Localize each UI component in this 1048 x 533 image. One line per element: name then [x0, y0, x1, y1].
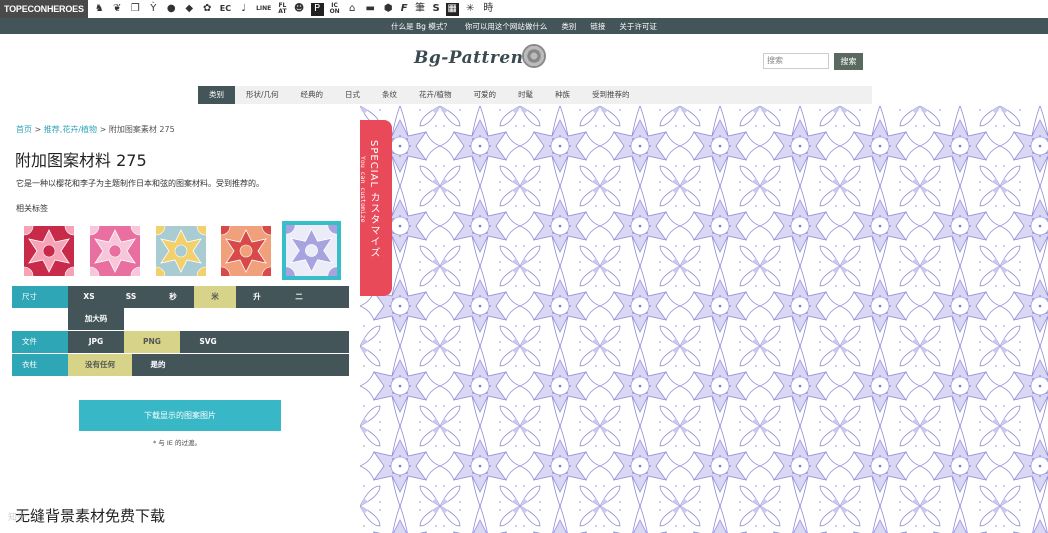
breadcrumb-sep: > — [97, 125, 109, 134]
search-button[interactable]: 搜索 — [834, 53, 863, 70]
bird-icon[interactable]: ◆ — [183, 3, 196, 16]
site-logo[interactable]: Bg-Pattrens — [414, 48, 534, 68]
burst-icon[interactable]: ✳ — [464, 3, 477, 16]
star-icon[interactable]: ✿ — [201, 3, 214, 16]
grid-icon[interactable]: ▦ — [445, 2, 459, 16]
truck-icon[interactable]: ▬ — [364, 3, 377, 16]
pattern-thumb[interactable] — [221, 226, 271, 276]
topsites-brand[interactable]: TOPECONHEROES — [0, 0, 88, 18]
size-xs[interactable]: XS — [68, 286, 110, 308]
tab-shapes[interactable]: 形状/几何 — [235, 86, 290, 104]
pattern-preview — [360, 106, 1048, 533]
size-xl[interactable]: 加大码 — [68, 308, 124, 330]
breadcrumb-trail[interactable]: 推荐,花卉/植物 — [44, 125, 97, 134]
tab-stripes[interactable]: 条纹 — [371, 86, 408, 104]
pattern-thumb-selected[interactable] — [282, 221, 341, 280]
logo-badge-icon[interactable] — [522, 44, 546, 68]
download-button[interactable]: 下载显示的图案图片 — [79, 400, 281, 431]
tab-classic[interactable]: 经典的 — [290, 86, 335, 104]
nav-category[interactable]: 类别 — [561, 21, 576, 32]
bubble-icon[interactable]: ● — [165, 3, 178, 16]
section-heading: 无缝背景素材免费下载 — [15, 507, 166, 525]
note-icon[interactable]: ♩ — [237, 3, 250, 16]
page-description: 它是一种以樱花和李子为主题制作日本和弦的图案材料。受到推荐的。 — [16, 179, 264, 188]
search-input[interactable]: 搜索 — [763, 53, 829, 69]
size-l[interactable]: 升 — [236, 286, 278, 308]
tab-ethnic[interactable]: 种族 — [544, 86, 581, 104]
file-label: 文件 — [12, 331, 68, 353]
size-ss[interactable]: SS — [110, 286, 152, 308]
color-yes[interactable]: 是的 — [132, 354, 184, 376]
breadcrumb-home[interactable]: 首页 — [16, 125, 32, 134]
info-nav: 什么是 Bg 模式？ 你可以用这个网站做什么 类别 链接 关于许可证 — [0, 18, 1048, 34]
color-options: 衣柱 没有任何 是的 — [12, 354, 349, 376]
ie-note: * 与 IE 的过渡。 — [153, 439, 201, 447]
time-icon[interactable]: 時 — [482, 3, 495, 16]
file-png[interactable]: PNG — [124, 331, 180, 353]
tab-recommended[interactable]: 受到推荐的 — [581, 86, 641, 104]
pattern-preview-svg — [360, 106, 1048, 533]
color-none[interactable]: 没有任何 — [68, 354, 132, 376]
related-tags-label: 相关标签 — [16, 204, 48, 213]
special-title: SPECIAL カスタマイズ — [368, 140, 379, 259]
icon-icon-bottom: ON — [329, 8, 340, 15]
special-subtitle: You can customize — [359, 156, 367, 223]
horse-icon[interactable]: ♞ — [93, 3, 106, 16]
page-title: 附加图案材料 275 — [15, 151, 147, 170]
nav-links[interactable]: 链接 — [590, 21, 605, 32]
pattern-thumb[interactable] — [24, 226, 74, 276]
icon-icon[interactable]: IC ON — [329, 3, 341, 16]
leaf-icon[interactable]: ❦ — [111, 3, 124, 16]
size-label: 尺寸 — [12, 286, 68, 308]
special-customize-tab[interactable]: SPECIAL カスタマイズ You can customize — [359, 120, 392, 296]
size-2[interactable]: 二 — [278, 286, 320, 308]
site-header: Bg-Pattrens 搜索 搜索 — [0, 34, 1048, 86]
p-icon[interactable]: P — [310, 2, 324, 16]
s-icon[interactable]: S — [432, 3, 441, 16]
breadcrumb-current: 附加图案素材 275 — [108, 125, 175, 134]
top-sites-bar: TOPECONHEROES ♞ ❦ ❐ Ỳ ● ◆ ✿ EC ♩ LINE FL… — [0, 0, 1048, 19]
color-label: 衣柱 — [12, 354, 68, 376]
tab-japanese[interactable]: 日式 — [334, 86, 371, 104]
breadcrumb: 首页 > 推荐,花卉/植物 > 附加图案素材 275 — [16, 124, 175, 135]
tab-floral[interactable]: 花卉/植物 — [408, 86, 463, 104]
watermark: 知乎 — [8, 513, 27, 523]
smile-icon[interactable]: ☻ — [293, 3, 306, 16]
tab-fashion[interactable]: 时髦 — [507, 86, 544, 104]
nav-usage[interactable]: 你可以用这个网站做什么 — [465, 21, 548, 32]
house-icon[interactable]: ⌂ — [346, 3, 359, 16]
flat-icon-bottom: AT — [278, 8, 287, 15]
flat-icon[interactable]: FL AT — [277, 3, 287, 16]
nav-what-is[interactable]: 什么是 Bg 模式？ — [391, 21, 451, 32]
size-m[interactable]: 米 — [194, 286, 236, 308]
tab-category[interactable]: 类别 — [198, 86, 235, 104]
breadcrumb-sep: > — [32, 125, 44, 134]
brush-icon[interactable]: 筆 — [414, 3, 427, 16]
pattern-thumbnails — [16, 220, 349, 284]
copy-icon[interactable]: ❐ — [129, 3, 142, 16]
size-s[interactable]: 秒 — [152, 286, 194, 308]
file-svg[interactable]: SVG — [180, 331, 236, 353]
pattern-thumb[interactable] — [156, 226, 206, 276]
hexagon-icon[interactable]: ⬢ — [382, 3, 395, 16]
f-icon[interactable]: F — [400, 3, 409, 16]
pattern-thumb[interactable] — [90, 226, 140, 276]
size-options: 尺寸 XS SS 秒 米 升 二 — [12, 286, 349, 308]
figure-icon[interactable]: Ỳ — [147, 3, 160, 16]
nav-license[interactable]: 关于许可证 — [619, 21, 657, 32]
file-jpg[interactable]: JPG — [68, 331, 124, 353]
category-tabs: 类别 形状/几何 经典的 日式 条纹 花卉/植物 可爱的 时髦 种族 受到推荐的 — [198, 86, 872, 104]
file-options: 文件 JPG PNG SVG — [12, 331, 349, 353]
ec-icon[interactable]: EC — [219, 3, 232, 16]
tab-cute[interactable]: 可爱的 — [463, 86, 508, 104]
line-icon[interactable]: LINE — [255, 3, 272, 16]
